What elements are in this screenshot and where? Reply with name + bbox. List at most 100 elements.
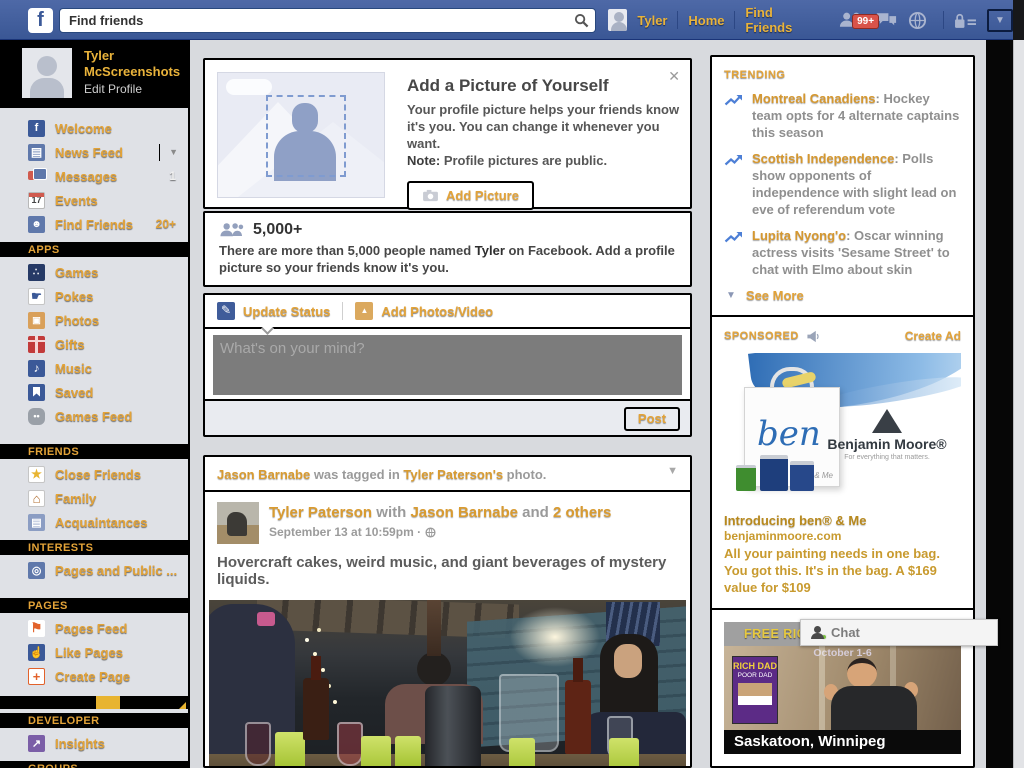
notifications-globe-icon[interactable] [908, 11, 927, 30]
others-link[interactable]: 2 others [553, 504, 611, 521]
see-more-link[interactable]: ▼ See More [726, 288, 961, 303]
events-calendar-icon: 17 [28, 192, 45, 209]
post-timestamp[interactable]: September 13 at 10:59pm · [269, 525, 421, 539]
megaphone-icon [805, 330, 821, 343]
facebook-icon: f [28, 120, 45, 137]
trending-item-1[interactable]: Montreal Canadiens: Hockey team opts for… [724, 90, 961, 141]
sidebar-item-pokes[interactable]: ☛Pokes [0, 284, 188, 308]
flag-icon: ⚑ [28, 620, 45, 637]
author-avatar[interactable] [217, 502, 259, 544]
sidebar-item-insights[interactable]: ↗Insights [0, 731, 188, 755]
workshop-locations: Saskatoon, Winnipeg [724, 730, 961, 754]
topbar-avatar[interactable] [608, 9, 627, 31]
news-feed-divider [159, 144, 160, 161]
sidebar-nav: f Welcome ▤ News Feed ▼ Messages 1 17 Ev… [0, 116, 188, 236]
note-body: Profile pictures are public. [440, 153, 607, 168]
sidebar-item-photos[interactable]: ▣Photos [0, 308, 188, 332]
messages-icon [28, 168, 45, 185]
edit-profile-link[interactable]: Edit Profile [84, 82, 180, 96]
sidebar-item-gifts[interactable]: Gifts [0, 332, 188, 356]
section-header-pages: PAGES [0, 598, 188, 613]
search-icon[interactable] [574, 13, 589, 28]
gifts-icon [28, 336, 45, 353]
sidebar-item-family[interactable]: ⌂Family [0, 486, 188, 510]
post-author-row: Tyler Paterson with Jason Barnabe and 2 … [205, 492, 690, 548]
trending-item-2[interactable]: Scottish Independence: Polls show oppone… [724, 150, 961, 218]
close-icon[interactable]: ✕ [668, 68, 680, 85]
friend-requests-icon[interactable]: 99+ [838, 11, 865, 29]
sidebar-item-games-feed[interactable]: ••Games Feed [0, 404, 188, 428]
find-friends-badge: 20+ [156, 217, 176, 231]
status-textarea[interactable] [213, 335, 682, 395]
sidebar-item-find-friends[interactable]: ☻ Find Friends 20+ [0, 212, 188, 236]
benjamin-moore-ad-image[interactable]: ben & Me Benjamin Moore® For everything … [724, 353, 961, 503]
sidebar-item-pages-public[interactable]: ◎Pages and Public ... [0, 558, 188, 582]
trending-up-icon [724, 153, 744, 167]
ad-domain[interactable]: benjaminmoore.com [724, 529, 961, 543]
facebook-logo[interactable]: f [28, 8, 53, 33]
top-navigation-bar: f Tyler Home Find Friends 99+ [0, 0, 1013, 40]
sidebar-item-news-feed[interactable]: ▤ News Feed ▼ [0, 140, 188, 164]
post-photo[interactable] [209, 600, 686, 768]
with-person-link[interactable]: Jason Barnabe [410, 504, 518, 521]
right-sidebar-card: TRENDING Montreal Canadiens: Hockey team… [710, 55, 975, 768]
sidebar-item-close-friends[interactable]: ★Close Friends [0, 462, 188, 486]
profile-avatar[interactable] [22, 48, 72, 98]
sidebar-item-like-pages[interactable]: ☝Like Pages [0, 640, 188, 664]
sidebar-item-saved[interactable]: Saved [0, 380, 188, 404]
chat-bar[interactable]: Chat [800, 619, 998, 646]
sidebar-item-acquaintances[interactable]: ▤Acquaintances [0, 510, 188, 534]
privacy-shortcuts-icon[interactable] [954, 12, 977, 29]
online-status-dot [821, 634, 827, 640]
create-ad-link[interactable]: Create Ad [905, 329, 961, 343]
sidebar-item-messages[interactable]: Messages 1 [0, 164, 188, 188]
section-header-groups: GROUPS [0, 761, 188, 768]
profile-name[interactable]: Tyler McScreenshots [84, 48, 180, 80]
news-feed-sort-caret[interactable]: ▼ [169, 147, 178, 157]
trending-up-icon [724, 93, 744, 107]
thumbs-up-icon: ☝ [28, 644, 45, 661]
public-globe-icon [425, 527, 436, 538]
star-icon: ★ [28, 466, 45, 483]
photo-icon: ▲ [355, 302, 373, 320]
topbar-divider [677, 11, 678, 29]
section-divider [712, 608, 973, 610]
music-icon: ♪ [28, 360, 45, 377]
trending-title: TRENDING [724, 69, 961, 81]
account-menu-dropdown[interactable]: ▼ [987, 9, 1013, 32]
composer-footer: Post [205, 399, 690, 435]
pages-list: ⚑Pages Feed ☝Like Pages +Create Page [0, 613, 188, 688]
scrollbar-track[interactable] [1013, 40, 1024, 768]
sidebar-item-events[interactable]: 17 Events [0, 188, 188, 212]
sidebar-item-music[interactable]: ♪Music [0, 356, 188, 380]
add-picture-button[interactable]: Add Picture [407, 181, 534, 210]
friends-list: ★Close Friends ⌂Family ▤Acquaintances [0, 459, 188, 534]
page-background-strip [986, 40, 1013, 768]
chat-label: Chat [831, 625, 860, 640]
add-photos-tab[interactable]: ▲ Add Photos/Video [355, 302, 493, 320]
profile-picture-illustration [217, 72, 385, 198]
post-button[interactable]: Post [624, 407, 680, 431]
profile-block[interactable]: Tyler McScreenshots Edit Profile [0, 40, 188, 108]
sidebar-item-games[interactable]: ∴Games [0, 260, 188, 284]
author-link[interactable]: Tyler Paterson [269, 504, 372, 521]
sidebar-item-pages-feed[interactable]: ⚑Pages Feed [0, 616, 188, 640]
topbar-profile-link[interactable]: Tyler [637, 13, 667, 28]
ad-title-link[interactable]: Introducing ben® & Me [724, 513, 961, 528]
find-friends-icon: ☻ [28, 216, 45, 233]
topbar-find-friends-link[interactable]: Find Friends [745, 5, 814, 35]
update-status-tab[interactable]: ✎ Update Status [217, 302, 330, 320]
post-menu-chevron-icon[interactable]: ▼ [667, 465, 678, 477]
benjamin-moore-ad-text: Introducing ben® & Me benjaminmoore.com … [724, 513, 961, 596]
trending-item-3[interactable]: Lupita Nyong'o: Oscar winning actress vi… [724, 227, 961, 278]
search-input[interactable] [60, 9, 595, 32]
gamepad-icon: •• [28, 408, 45, 425]
post-message: Hovercraft cakes, weird music, and giant… [205, 548, 690, 592]
sidebar-item-welcome[interactable]: f Welcome [0, 116, 188, 140]
ad-title-link[interactable]: 1st-6th October [724, 764, 961, 768]
saved-bookmark-icon [28, 384, 45, 401]
owner-link[interactable]: Tyler Paterson's [403, 467, 503, 482]
tagged-person-link[interactable]: Jason Barnabe [217, 467, 310, 482]
sidebar-item-create-page[interactable]: +Create Page [0, 664, 188, 688]
topbar-home-link[interactable]: Home [688, 13, 724, 28]
